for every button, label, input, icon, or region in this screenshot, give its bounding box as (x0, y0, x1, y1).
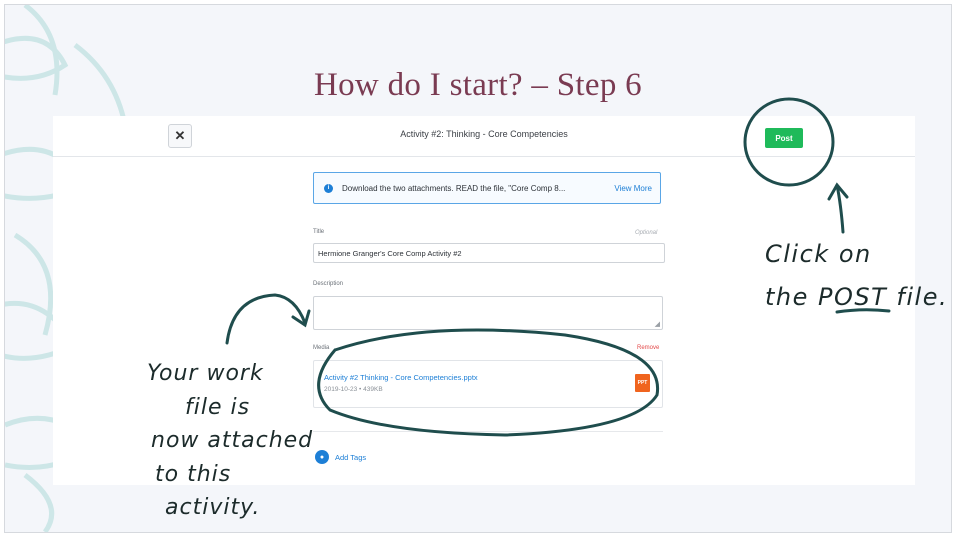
slide-title: How do I start? – Step 6 (314, 67, 642, 103)
add-tags-label: Add Tags (335, 452, 367, 462)
description-textarea[interactable]: ◢ (313, 296, 663, 330)
title-value: Hermione Granger's Core Comp Activity #2 (318, 248, 462, 258)
annotation-right-line-1: Click on (765, 240, 872, 268)
media-meta: 2019-10-23 • 439KB (324, 386, 383, 393)
title-label: Title (313, 229, 325, 235)
activity-header: ✕ Activity #2: Thinking - Core Competenc… (53, 116, 915, 157)
view-more-link[interactable]: View More (614, 184, 652, 193)
annotation-left-line-5: activity. (165, 495, 261, 520)
annotation-left-line-2: file is (185, 395, 251, 420)
title-input[interactable]: Hermione Granger's Core Comp Activity #2 (313, 243, 665, 263)
annotation-right-line-2: the POST file. (765, 283, 949, 311)
tag-icon: ● (315, 450, 329, 464)
media-attachment[interactable]: Activity #2 Thinking - Core Competencies… (313, 360, 663, 408)
info-banner: i Download the two attachments. READ the… (313, 172, 661, 204)
resize-handle-icon[interactable]: ◢ (655, 320, 660, 328)
slide: How do I start? – Step 6 ✕ Activity #2: … (4, 4, 952, 533)
annotation-left-line-3: now attached (151, 428, 314, 453)
remove-media-link[interactable]: Remove (637, 345, 659, 351)
media-filename[interactable]: Activity #2 Thinking - Core Competencies… (324, 373, 478, 382)
annotation-left-line-4: to this (155, 462, 232, 487)
info-icon: i (324, 183, 333, 193)
add-tags-button[interactable]: ● Add Tags (315, 450, 366, 464)
description-label: Description (313, 281, 344, 287)
pptx-file-icon: PPT (635, 374, 650, 392)
title-optional: Optional (635, 230, 658, 236)
divider (313, 431, 663, 432)
post-button[interactable]: Post (765, 128, 803, 148)
media-label: Media (313, 345, 330, 351)
banner-text: Download the two attachments. READ the f… (342, 183, 566, 193)
annotation-left-line-1: Your work (147, 361, 264, 386)
